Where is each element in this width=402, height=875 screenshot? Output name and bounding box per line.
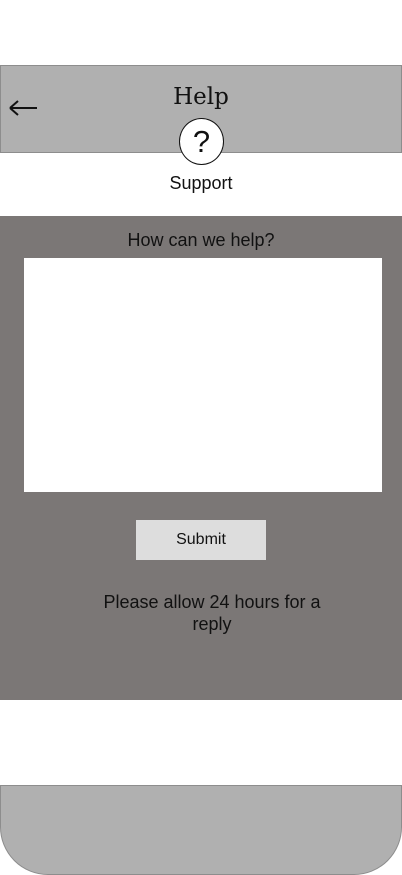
help-icon: ? [179, 118, 224, 165]
reply-time-note: Please allow 24 hours for a reply [103, 592, 321, 634]
help-icon-glyph: ? [192, 124, 211, 159]
bottom-bar [0, 785, 402, 875]
page-title: Help [173, 84, 229, 110]
submit-button[interactable]: Submit [136, 520, 266, 560]
support-label: Support [169, 173, 233, 193]
help-message-input[interactable] [24, 258, 382, 492]
help-prompt-label: How can we help? [127, 230, 275, 250]
